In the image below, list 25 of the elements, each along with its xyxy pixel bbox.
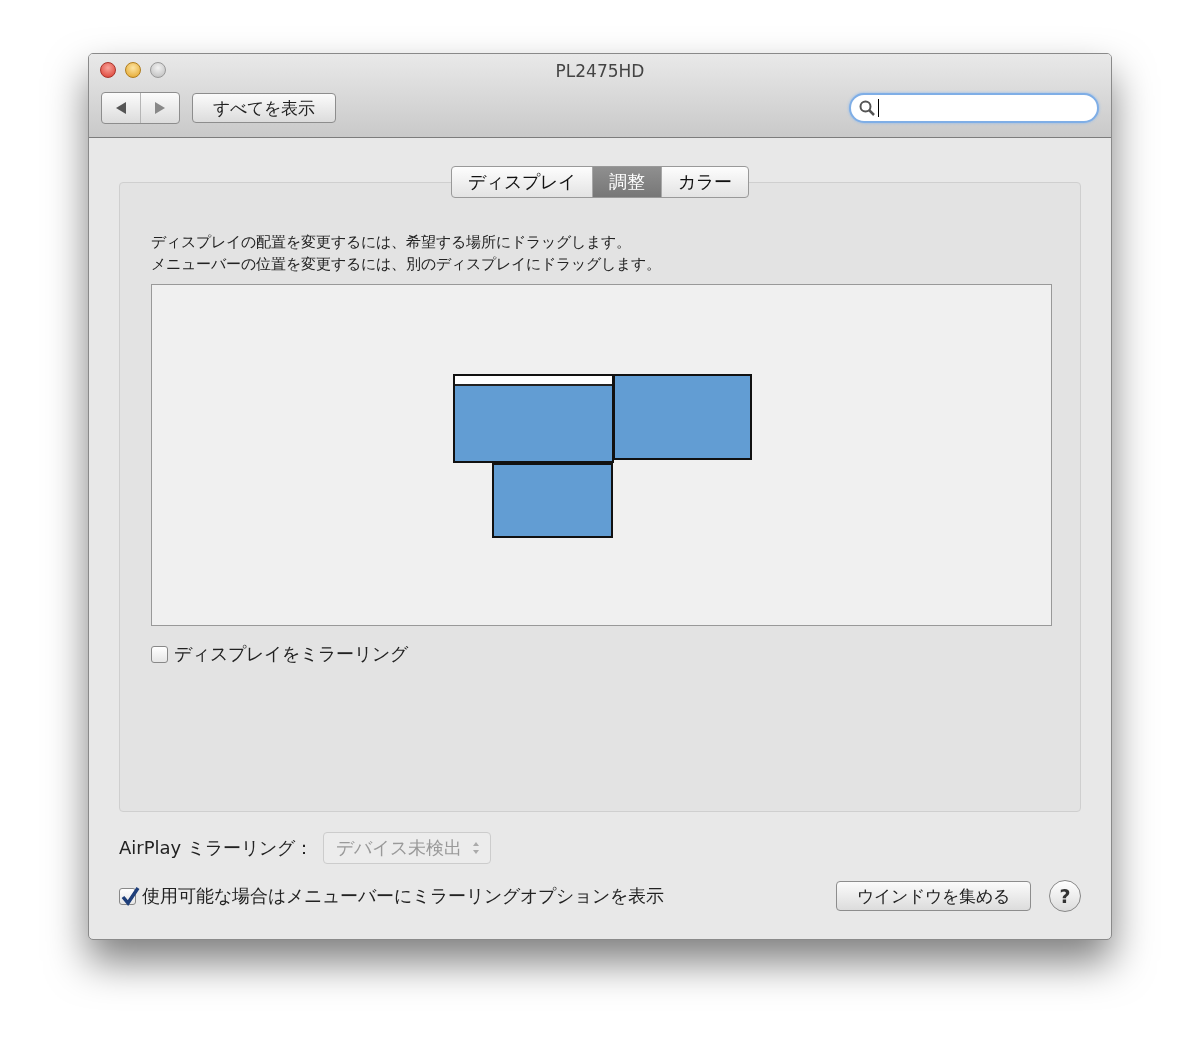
window-title: PL2475HD (555, 61, 645, 81)
checkbox[interactable] (151, 645, 168, 663)
back-forward-control[interactable] (101, 92, 180, 124)
instruction-text: ディスプレイの配置を変更するには、希望する場所にドラッグします。 (151, 234, 631, 250)
show-all-button[interactable]: すべてを表示 (192, 93, 336, 123)
search-field[interactable] (849, 93, 1099, 123)
checkbox-label: 使用可能な場合はメニューバーにミラーリングオプションを表示 (142, 884, 664, 908)
tab[interactable]: カラー (661, 167, 748, 197)
display-thumbnail[interactable] (453, 374, 614, 463)
help-button[interactable]: ? (1049, 880, 1081, 912)
back-icon[interactable] (115, 102, 127, 114)
checkbox-label: ディスプレイをミラーリング (174, 642, 408, 666)
instruction-text: メニューバーの位置を変更するには、別のディスプレイにドラッグします。 (151, 256, 661, 272)
tab[interactable]: 調整 (592, 167, 661, 197)
forward-icon[interactable] (154, 102, 166, 114)
close-button[interactable] (100, 62, 116, 78)
menu-bar[interactable] (455, 376, 612, 386)
airplay-label: AirPlay ミラーリング： (119, 836, 313, 860)
gather-windows-button[interactable]: ウインドウを集める (836, 881, 1031, 911)
search-icon (859, 100, 875, 116)
minimize-button[interactable] (125, 62, 141, 78)
stepper-arrows-icon (472, 841, 480, 855)
display-thumbnail[interactable] (613, 374, 752, 460)
display-thumbnail[interactable] (492, 463, 613, 538)
tab[interactable]: ディスプレイ (452, 167, 592, 197)
